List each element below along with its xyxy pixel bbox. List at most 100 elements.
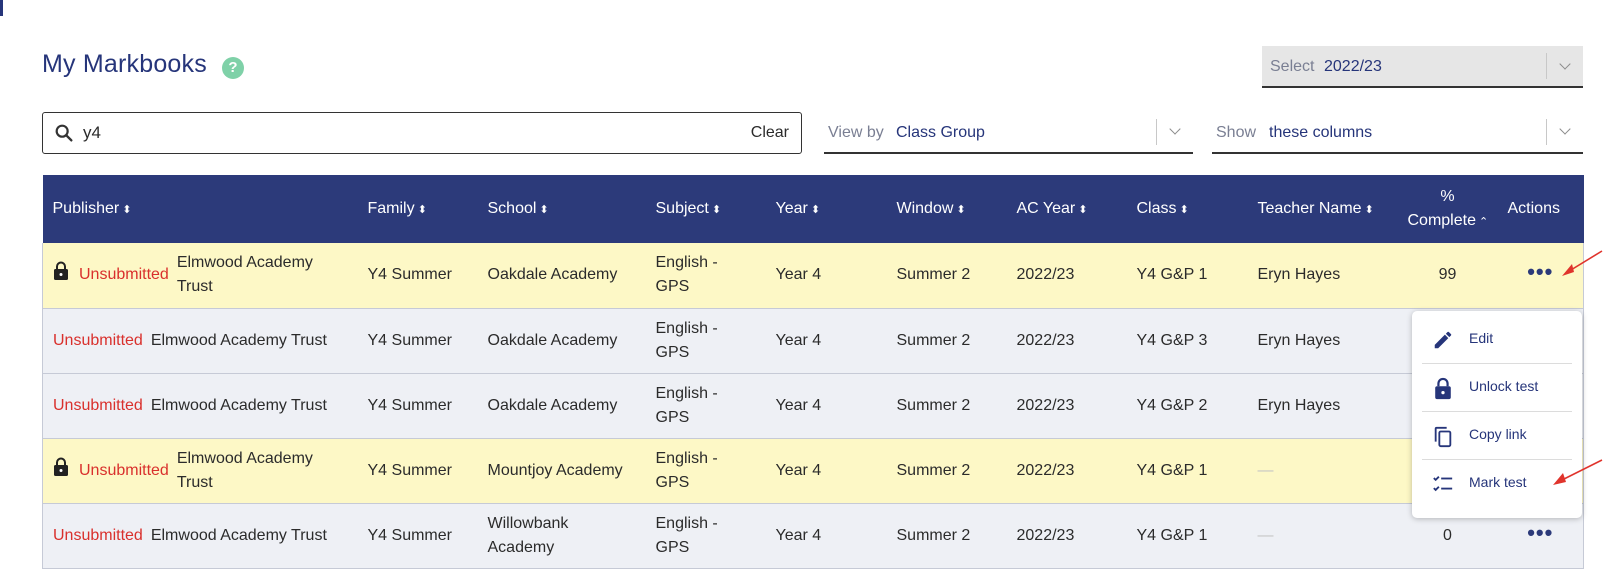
sort-icon: ⬍ (1179, 203, 1189, 216)
cell-class-text: Y4 G&P 2 (1136, 396, 1208, 414)
column-header-publisher[interactable]: Publisher ⬍ (42, 175, 358, 243)
menu-item-label: Unlock test (1469, 378, 1539, 394)
cell-ac-year: 2022/23 (1006, 438, 1127, 504)
show-columns-select[interactable]: Show these columns (1212, 112, 1583, 154)
publisher-text: Elmwood Academy Trust (176, 254, 313, 296)
column-label: Teacher Name (1257, 199, 1362, 217)
chevron-down-icon (1559, 58, 1571, 70)
show-columns-value: these columns (1269, 124, 1373, 141)
cell-class-text: Y4 G&P 1 (1136, 461, 1208, 479)
cell-year: Year 4 (765, 243, 887, 309)
column-header-teacher[interactable]: Teacher Name ⬍ (1247, 175, 1398, 243)
cell-family: Y4 Summer (357, 308, 478, 374)
annotation-arrow-icon (1562, 250, 1603, 276)
cell-year: Year 4 (765, 438, 887, 504)
sort-icon: ⬍ (711, 203, 722, 216)
status-label: Unsubmitted (53, 396, 143, 414)
cell-year-text: Year 4 (775, 331, 822, 349)
cell-year-text: Year 4 (775, 461, 822, 479)
menu-item-unlock-test[interactable]: Unlock test (1412, 363, 1582, 411)
cell-class-text: Y4 G&P 1 (1136, 266, 1208, 284)
cell-class-text: Y4 G&P 3 (1136, 331, 1208, 349)
cell-subject: English - GPS (645, 438, 766, 504)
table-row[interactable]: Unsubmitted Elmwood Academy Trust Y4 Summe… (42, 503, 1584, 569)
cell-school: Oakdale Academy (477, 373, 646, 439)
cell-ac-year-text: 2022/23 (1016, 461, 1075, 479)
status-label: Unsubmitted (53, 526, 143, 544)
column-header-complete[interactable]: % Complete ⌃ (1397, 175, 1498, 243)
column-label: Year (775, 199, 808, 217)
cell-family-text: Y4 Summer (367, 266, 452, 284)
column-label: Actions (1507, 200, 1560, 217)
cell-school-text: Mountjoy Academy (487, 461, 623, 479)
column-header-window[interactable]: Window ⬍ (886, 175, 1007, 243)
publisher-text: Elmwood Academy Trust (150, 331, 327, 349)
cell-year: Year 4 (765, 503, 887, 569)
search-input[interactable] (83, 121, 683, 145)
cell-teacher: Eryn Hayes (1247, 243, 1398, 309)
cell-ac-year: 2022/23 (1006, 503, 1127, 569)
cell-subject-text: English - GPS (655, 384, 718, 426)
lock-icon (1435, 377, 1451, 400)
table-row[interactable]: Unsubmitted Elmwood Academy Trust Y4 Summe… (42, 243, 1584, 309)
table-row[interactable]: Unsubmitted Elmwood Academy Trust Y4 Summe… (42, 373, 1584, 439)
view-by-value: Class Group (896, 124, 985, 141)
cell-publisher: Unsubmitted Elmwood Academy Trust (42, 243, 358, 309)
clear-search-button[interactable]: Clear (751, 124, 789, 142)
cell-class: Y4 G&P 1 (1126, 503, 1248, 569)
lock-icon (53, 261, 69, 289)
cell-subject: English - GPS (645, 373, 766, 439)
more-actions-icon[interactable]: ••• (1527, 261, 1553, 283)
cell-family-text: Y4 Summer (367, 396, 452, 414)
year-select-value: 2022/23 (1324, 58, 1382, 75)
menu-item-edit[interactable]: Edit (1412, 315, 1582, 363)
column-header-school[interactable]: School ⬍ (477, 175, 646, 243)
cell-teacher: — (1247, 503, 1398, 569)
column-label: AC Year (1016, 199, 1076, 217)
help-icon[interactable]: ? (222, 57, 244, 79)
column-header-family[interactable]: Family ⬍ (357, 175, 478, 243)
divider (1546, 53, 1547, 79)
column-header-ac-year[interactable]: AC Year ⬍ (1006, 175, 1127, 243)
menu-item-label: Copy link (1469, 426, 1527, 442)
column-header-subject[interactable]: Subject ⬍ (645, 175, 766, 243)
column-header-class[interactable]: Class ⬍ (1126, 175, 1248, 243)
view-by-select[interactable]: View by Class Group (824, 112, 1193, 154)
cell-class: Y4 G&P 1 (1126, 438, 1248, 504)
cell-year-text: Year 4 (775, 526, 822, 544)
year-select-label: Select (1270, 58, 1315, 75)
cell-teacher-text: Eryn Hayes (1257, 396, 1341, 414)
lock-icon (53, 457, 69, 485)
cell-family: Y4 Summer (357, 503, 478, 569)
cell-subject-text: English - GPS (655, 514, 718, 556)
menu-item-copy-link[interactable]: Copy link (1412, 411, 1582, 459)
chevron-down-icon (1559, 123, 1571, 135)
top-left-accent (0, 0, 3, 16)
annotation-arrow-icon (1553, 459, 1603, 485)
cell-publisher: Unsubmitted Elmwood Academy Trust (42, 503, 358, 569)
sort-icon: ⬍ (1364, 203, 1374, 216)
table-row[interactable]: Unsubmitted Elmwood Academy Trust Y4 Summe… (42, 308, 1584, 374)
cell-class: Y4 G&P 2 (1126, 373, 1248, 439)
cell-class: Y4 G&P 1 (1126, 243, 1248, 309)
cell-school-text: Willowbank Academy (487, 514, 569, 556)
status-label: Unsubmitted (79, 461, 169, 479)
cell-teacher-text: — (1257, 526, 1274, 544)
table-row[interactable]: Unsubmitted Elmwood Academy Trust Y4 Summe… (42, 438, 1584, 504)
cell-school: Oakdale Academy (477, 243, 646, 309)
cell-family-text: Y4 Summer (367, 526, 452, 544)
cell-class-text: Y4 G&P 1 (1136, 526, 1208, 544)
cell-window-text: Summer 2 (896, 461, 971, 479)
publisher-text: Elmwood Academy Trust (150, 396, 327, 414)
more-actions-icon[interactable]: ••• (1527, 521, 1553, 543)
column-header-year[interactable]: Year ⬍ (765, 175, 887, 243)
column-label: Subject (655, 199, 709, 217)
divider (1546, 119, 1547, 145)
cell-family: Y4 Summer (357, 373, 478, 439)
cell-family: Y4 Summer (357, 438, 478, 504)
academic-year-select[interactable]: Select 2022/23 (1262, 46, 1583, 88)
cell-publisher: Unsubmitted Elmwood Academy Trust (42, 373, 358, 439)
cell-teacher: — (1247, 438, 1398, 504)
cell-window-text: Summer 2 (896, 526, 971, 544)
cell-school: Mountjoy Academy (477, 438, 646, 504)
